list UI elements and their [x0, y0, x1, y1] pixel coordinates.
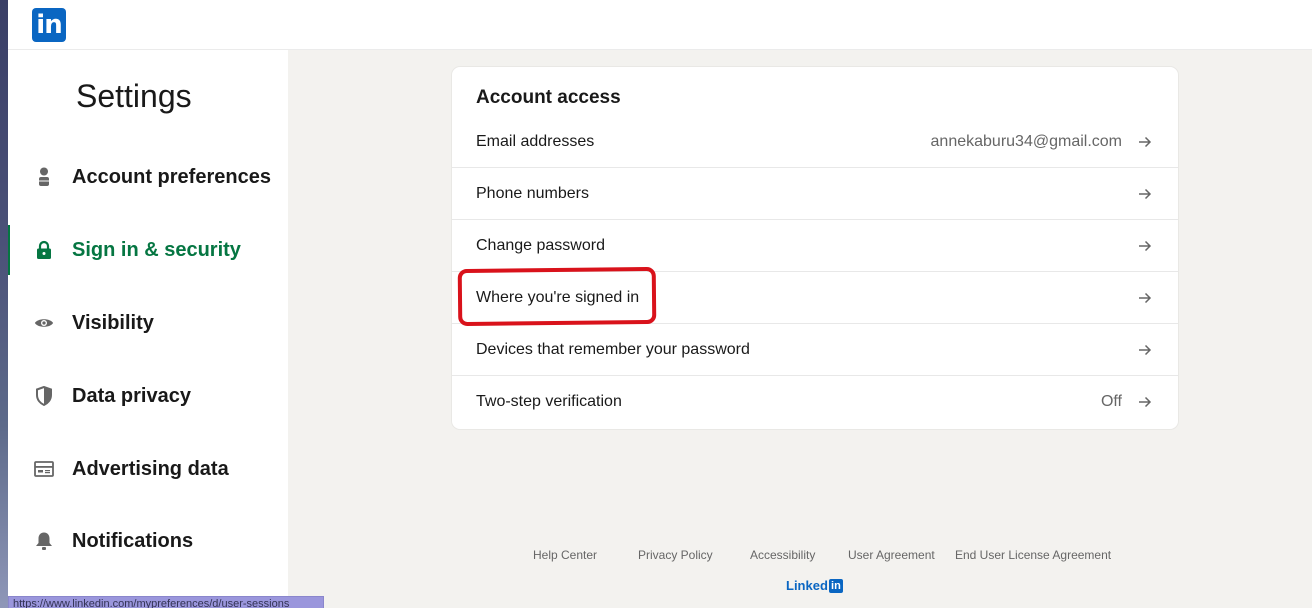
bell-icon — [34, 531, 54, 551]
person-icon — [34, 167, 54, 187]
status-value: Off — [1100, 393, 1122, 410]
email-value: annekaburu34@gmail.com — [930, 132, 1122, 150]
footer-brand-text: Linked — [786, 578, 828, 593]
footer-link-help-center[interactable]: Help Center — [533, 548, 597, 562]
arrow-right-icon — [1138, 342, 1154, 358]
footer-link-user-agreement[interactable]: User Agreement — [848, 548, 935, 562]
row-phone-numbers[interactable]: Phone numbers — [452, 168, 1178, 220]
sidebar-item-label: Data privacy — [72, 384, 191, 407]
sidebar-item-label: Visibility — [72, 311, 154, 334]
sidebar-item-account-preferences[interactable]: Account preferences — [8, 152, 288, 202]
settings-sidebar: Settings Account preferences Sign in & s… — [8, 50, 288, 608]
sidebar-item-notifications[interactable]: Notifications — [8, 516, 288, 566]
row-label: Phone numbers — [476, 184, 589, 202]
top-header: in — [8, 0, 1312, 50]
arrow-right-icon — [1138, 290, 1154, 306]
status-bar-url: https://www.linkedin.com/mypreferences/d… — [8, 596, 324, 608]
row-label: Change password — [476, 236, 605, 254]
arrow-right-icon — [1138, 186, 1154, 202]
linkedin-badge-icon: in — [828, 578, 843, 593]
footer-link-eula[interactable]: End User License Agreement — [955, 548, 1111, 562]
arrow-right-icon — [1138, 394, 1154, 410]
shield-icon — [34, 386, 54, 406]
footer-link-privacy-policy[interactable]: Privacy Policy — [638, 548, 713, 562]
eye-icon — [34, 313, 54, 333]
sidebar-item-data-privacy[interactable]: Data privacy — [8, 371, 288, 421]
row-label: Where you're signed in — [476, 288, 640, 306]
sidebar-item-label: Account preferences — [72, 165, 271, 188]
sidebar-item-label: Sign in & security — [72, 238, 241, 261]
desktop-background-edge — [0, 0, 8, 608]
footer-link-accessibility[interactable]: Accessibility — [750, 548, 815, 562]
row-two-step-verification[interactable]: Two-step verification Off — [452, 376, 1178, 428]
sidebar-item-sign-in-security[interactable]: Sign in & security — [8, 225, 288, 275]
row-label: Email addresses — [476, 132, 595, 150]
arrow-right-icon — [1138, 238, 1154, 254]
row-where-signed-in[interactable]: Where you're signed in — [452, 272, 1178, 324]
sidebar-item-visibility[interactable]: Visibility — [8, 298, 288, 348]
sidebar-item-label: Notifications — [72, 529, 194, 552]
footer-linkedin-logo: Linked in — [786, 578, 843, 593]
row-email-addresses[interactable]: Email addresses annekaburu34@gmail.com — [452, 116, 1178, 168]
ad-card-icon — [34, 459, 54, 479]
sidebar-item-label: Advertising data — [72, 457, 229, 480]
linkedin-logo-icon[interactable]: in — [32, 8, 66, 42]
row-label: Two-step verification — [476, 393, 622, 410]
sidebar-item-advertising-data[interactable]: Advertising data — [8, 444, 288, 494]
account-access-card: Account access Email addresses annekabur… — [452, 67, 1178, 429]
lock-icon — [34, 240, 54, 260]
row-devices-remember-password[interactable]: Devices that remember your password — [452, 324, 1178, 376]
row-change-password[interactable]: Change password — [452, 220, 1178, 272]
row-label: Devices that remember your password — [476, 340, 750, 358]
arrow-right-icon — [1138, 134, 1154, 150]
section-title: Account access — [476, 87, 621, 108]
page-title: Settings — [76, 78, 192, 114]
